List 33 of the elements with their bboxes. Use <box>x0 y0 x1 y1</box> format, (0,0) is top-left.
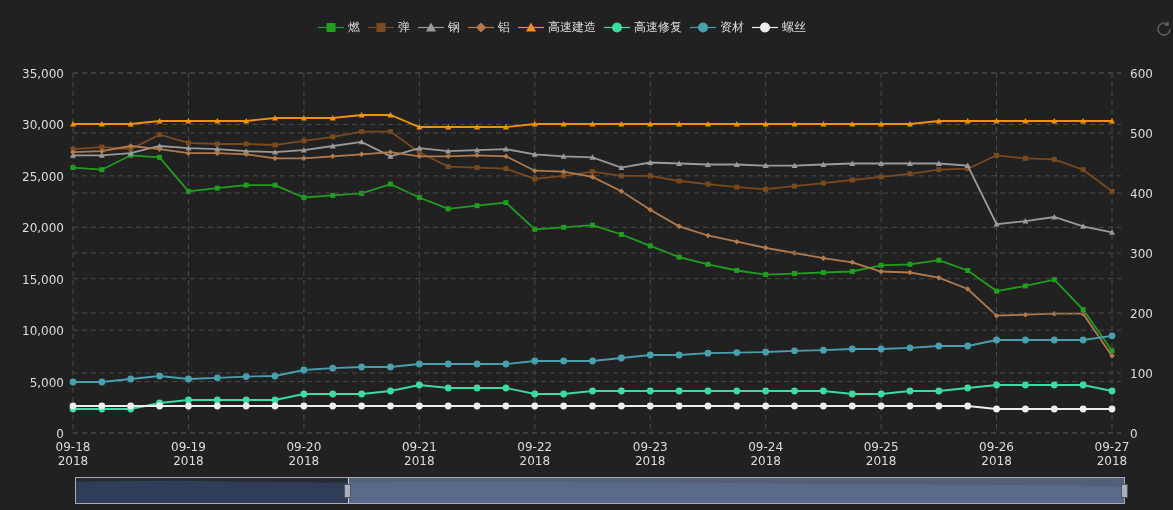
x-axis-label: 09-25 2018 <box>863 440 899 468</box>
x-axis-label: 09-22 2018 <box>517 440 553 468</box>
y-axis-label: 30,000 <box>22 118 64 133</box>
y-axis-label: 500 <box>1130 127 1153 141</box>
y-axis-label: 25,000 <box>22 169 64 184</box>
x-axis-label: 09-26 2018 <box>979 440 1014 468</box>
y-axis-label: 15,000 <box>22 272 64 287</box>
x-axis-label: 09-21 2018 <box>401 440 437 468</box>
y-axis-label: 400 <box>1130 187 1153 201</box>
y-axis-label: 35,000 <box>22 67 64 81</box>
legend-label[interactable]: 铝 <box>497 19 510 36</box>
y-axis-label: 0 <box>56 427 64 441</box>
y-axis-label: 300 <box>1130 247 1153 261</box>
y-axis-label: 10,000 <box>22 324 64 339</box>
legend-label[interactable]: 钢 <box>447 19 460 36</box>
x-axis-label: 09-19 2018 <box>171 440 206 468</box>
legend-label[interactable]: 高速修复 <box>633 19 682 36</box>
legend-label[interactable]: 燃 <box>347 19 360 36</box>
y-axis-label: 100 <box>1130 367 1153 381</box>
x-axis-label: 09-27 2018 <box>1094 440 1130 468</box>
y-axis-label: 600 <box>1130 67 1153 81</box>
legend-label[interactable]: 弹 <box>397 19 410 36</box>
legend-label[interactable]: 螺丝 <box>781 19 806 36</box>
x-axis-label: 09-20 2018 <box>286 440 322 468</box>
y-axis-label: 20,000 <box>22 221 64 236</box>
legend-label[interactable]: 高速建造 <box>547 19 596 36</box>
y-axis-label: 0 <box>1130 427 1138 441</box>
y-axis-label: 5,000 <box>29 375 64 390</box>
y-axis-label: 200 <box>1130 307 1153 321</box>
x-axis-label: 09-23 2018 <box>632 440 668 468</box>
x-axis-label: 09-18 2018 <box>55 440 91 468</box>
x-axis-label: 09-24 2018 <box>748 440 784 468</box>
legend-label[interactable]: 资材 <box>719 19 744 36</box>
